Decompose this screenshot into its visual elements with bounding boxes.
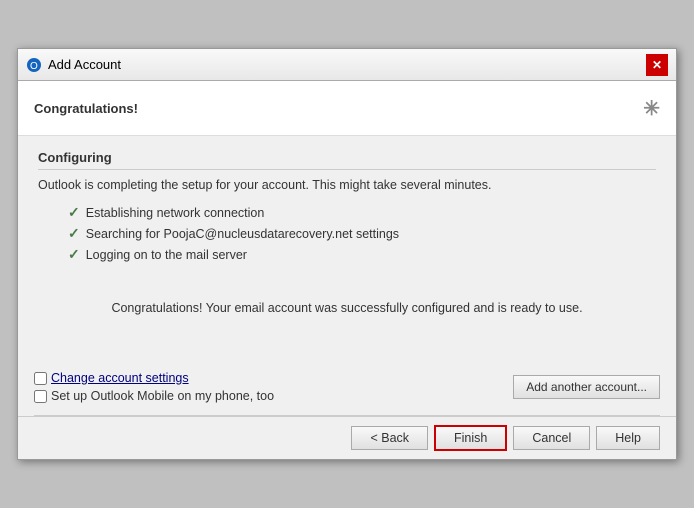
list-item: ✓ Establishing network connection xyxy=(68,202,656,223)
check-icon-1: ✓ xyxy=(68,204,80,221)
change-account-text: Change account settings xyxy=(51,371,189,385)
close-button[interactable]: ✕ xyxy=(646,54,668,76)
success-message: Congratulations! Your email account was … xyxy=(38,281,656,335)
title-bar: O Add Account ✕ xyxy=(18,49,676,81)
add-another-button[interactable]: Add another account... xyxy=(513,375,660,399)
finish-button[interactable]: Finish xyxy=(434,425,507,451)
checkbox-group: Change account settings Set up Outlook M… xyxy=(34,371,274,403)
window-title: Add Account xyxy=(48,57,121,72)
change-account-checkbox[interactable] xyxy=(34,372,47,385)
intro-text: Outlook is completing the setup for your… xyxy=(38,178,656,192)
section-title: Configuring xyxy=(38,150,656,170)
star-icon: ✳ xyxy=(643,96,660,121)
mobile-setup-text: Set up Outlook Mobile on my phone, too xyxy=(51,389,274,403)
title-bar-left: O Add Account xyxy=(26,57,121,73)
list-item: ✓ Logging on to the mail server xyxy=(68,244,656,265)
help-button[interactable]: Help xyxy=(596,426,660,450)
steps-list: ✓ Establishing network connection ✓ Sear… xyxy=(68,202,656,265)
mobile-setup-checkbox[interactable] xyxy=(34,390,47,403)
step-2-text: Searching for PoojaC@nucleusdatarecovery… xyxy=(86,227,399,241)
footer-bar: < Back Finish Cancel Help xyxy=(18,416,676,459)
mobile-setup-label[interactable]: Set up Outlook Mobile on my phone, too xyxy=(34,389,274,403)
check-icon-2: ✓ xyxy=(68,225,80,242)
back-button[interactable]: < Back xyxy=(351,426,428,450)
cancel-button[interactable]: Cancel xyxy=(513,426,590,450)
app-icon: O xyxy=(26,57,42,73)
svg-text:O: O xyxy=(30,61,38,72)
check-icon-3: ✓ xyxy=(68,246,80,263)
step-3-text: Logging on to the mail server xyxy=(86,248,247,262)
bottom-options: Change account settings Set up Outlook M… xyxy=(18,359,676,415)
change-account-label[interactable]: Change account settings xyxy=(34,371,274,385)
list-item: ✓ Searching for PoojaC@nucleusdatarecove… xyxy=(68,223,656,244)
congratulations-label: Congratulations! xyxy=(34,101,138,116)
step-1-text: Establishing network connection xyxy=(86,206,265,220)
add-account-window: O Add Account ✕ Congratulations! ✳ Confi… xyxy=(17,48,677,460)
congratulations-bar: Congratulations! ✳ xyxy=(18,81,676,136)
main-panel: Configuring Outlook is completing the se… xyxy=(18,136,676,349)
